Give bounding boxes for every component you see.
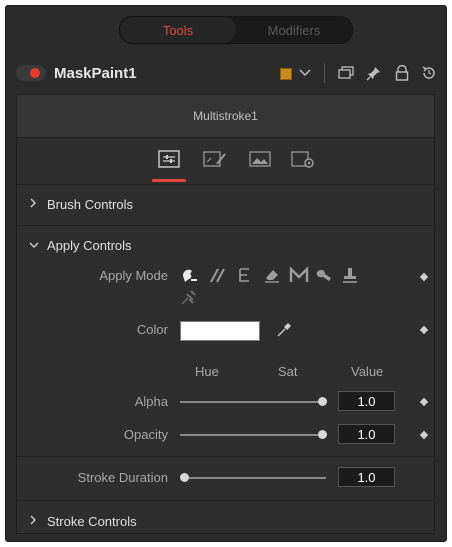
apply-controls-header[interactable]: Apply Controls — [29, 238, 132, 253]
tool-modifier-switch: Tools Modifiers — [119, 16, 353, 44]
tab-modifiers[interactable]: Modifiers — [236, 17, 352, 43]
color-label: Color — [136, 322, 168, 337]
node-header: MaskPaint1 — [6, 54, 446, 94]
image-tab-icon[interactable] — [247, 148, 273, 170]
erase-mode-icon[interactable] — [263, 266, 281, 284]
node-enable-toggle[interactable] — [16, 65, 46, 81]
inspector-panel: Tools Modifiers MaskPaint1 Multistroke1 — [5, 5, 447, 542]
chevron-right-icon — [29, 515, 39, 528]
enable-dot — [30, 68, 40, 78]
control-group: Multistroke1 Brush Controls Apply Contro… — [16, 94, 435, 534]
opacity-slider-knob[interactable] — [317, 430, 327, 439]
opacity-value-field[interactable]: 1.0 — [338, 424, 395, 444]
merge-mode-icon[interactable] — [289, 266, 309, 284]
eyedropper-icon[interactable] — [275, 321, 293, 339]
smear-mode-icon[interactable] — [315, 266, 333, 284]
stroke-duration-row: Stroke Duration 1.0 — [17, 457, 434, 501]
node-color-swatch[interactable] — [280, 68, 292, 80]
lock-icon[interactable] — [391, 62, 413, 84]
chevron-down-icon — [29, 240, 39, 252]
opacity-label: Opacity — [123, 427, 168, 442]
stroke-duration-slider[interactable] — [184, 477, 326, 479]
paint-tab-icon[interactable] — [202, 148, 228, 170]
stroke-controls-label: Stroke Controls — [47, 514, 137, 529]
apply-controls-label: Apply Controls — [47, 238, 132, 253]
control-group-title: Multistroke1 — [17, 95, 434, 138]
reset-icon[interactable] — [418, 62, 440, 84]
apply-controls-section: Apply Controls Apply Mode Color Hue Sat … — [17, 226, 434, 457]
value-column-label: Value — [351, 364, 384, 379]
sat-column-label: Sat — [278, 364, 298, 379]
alpha-value-field[interactable]: 1.0 — [338, 391, 395, 411]
brush-controls-label: Brush Controls — [47, 197, 133, 212]
alpha-label: Alpha — [134, 394, 168, 409]
settings-tab-icon[interactable] — [290, 148, 316, 170]
stroke-duration-field[interactable]: 1.0 — [338, 467, 395, 487]
control-tabs — [17, 139, 434, 185]
apply-mode-keyframe[interactable] — [419, 272, 429, 282]
stroke-controls-header[interactable]: Stroke Controls — [29, 514, 137, 529]
alpha-keyframe[interactable] — [419, 397, 429, 407]
opacity-slider[interactable] — [180, 434, 322, 436]
chevron-right-icon — [29, 198, 39, 211]
alpha-slider-knob[interactable] — [317, 397, 327, 406]
brush-controls-section: Brush Controls — [17, 185, 434, 226]
brush-controls-header[interactable]: Brush Controls — [29, 197, 133, 212]
opacity-keyframe[interactable] — [419, 430, 429, 440]
alpha-slider[interactable] — [180, 401, 322, 403]
stroke-controls-section: Stroke Controls — [17, 501, 434, 535]
node-name[interactable]: MaskPaint1 — [54, 65, 137, 82]
hue-column-label: Hue — [195, 364, 219, 379]
copy-icon[interactable] — [335, 62, 357, 84]
chevron-down-icon[interactable] — [294, 62, 316, 84]
stroke-duration-knob[interactable] — [179, 473, 189, 482]
active-tab-indicator — [152, 179, 186, 182]
wire-mode-icon[interactable] — [180, 288, 198, 306]
controls-tab-icon[interactable] — [156, 148, 182, 170]
apply-mode-label: Apply Mode — [99, 268, 168, 283]
pin-icon[interactable] — [363, 62, 385, 84]
stroke-duration-label: Stroke Duration — [77, 470, 168, 485]
color-keyframe[interactable] — [419, 325, 429, 335]
color-mode-icon[interactable] — [180, 266, 198, 284]
header-divider — [324, 63, 325, 83]
emboss-mode-icon[interactable] — [236, 266, 254, 284]
color-swatch[interactable] — [180, 321, 260, 341]
clone-mode-icon[interactable] — [209, 266, 227, 284]
stamp-mode-icon[interactable] — [341, 266, 359, 284]
tab-tools[interactable]: Tools — [120, 17, 236, 43]
